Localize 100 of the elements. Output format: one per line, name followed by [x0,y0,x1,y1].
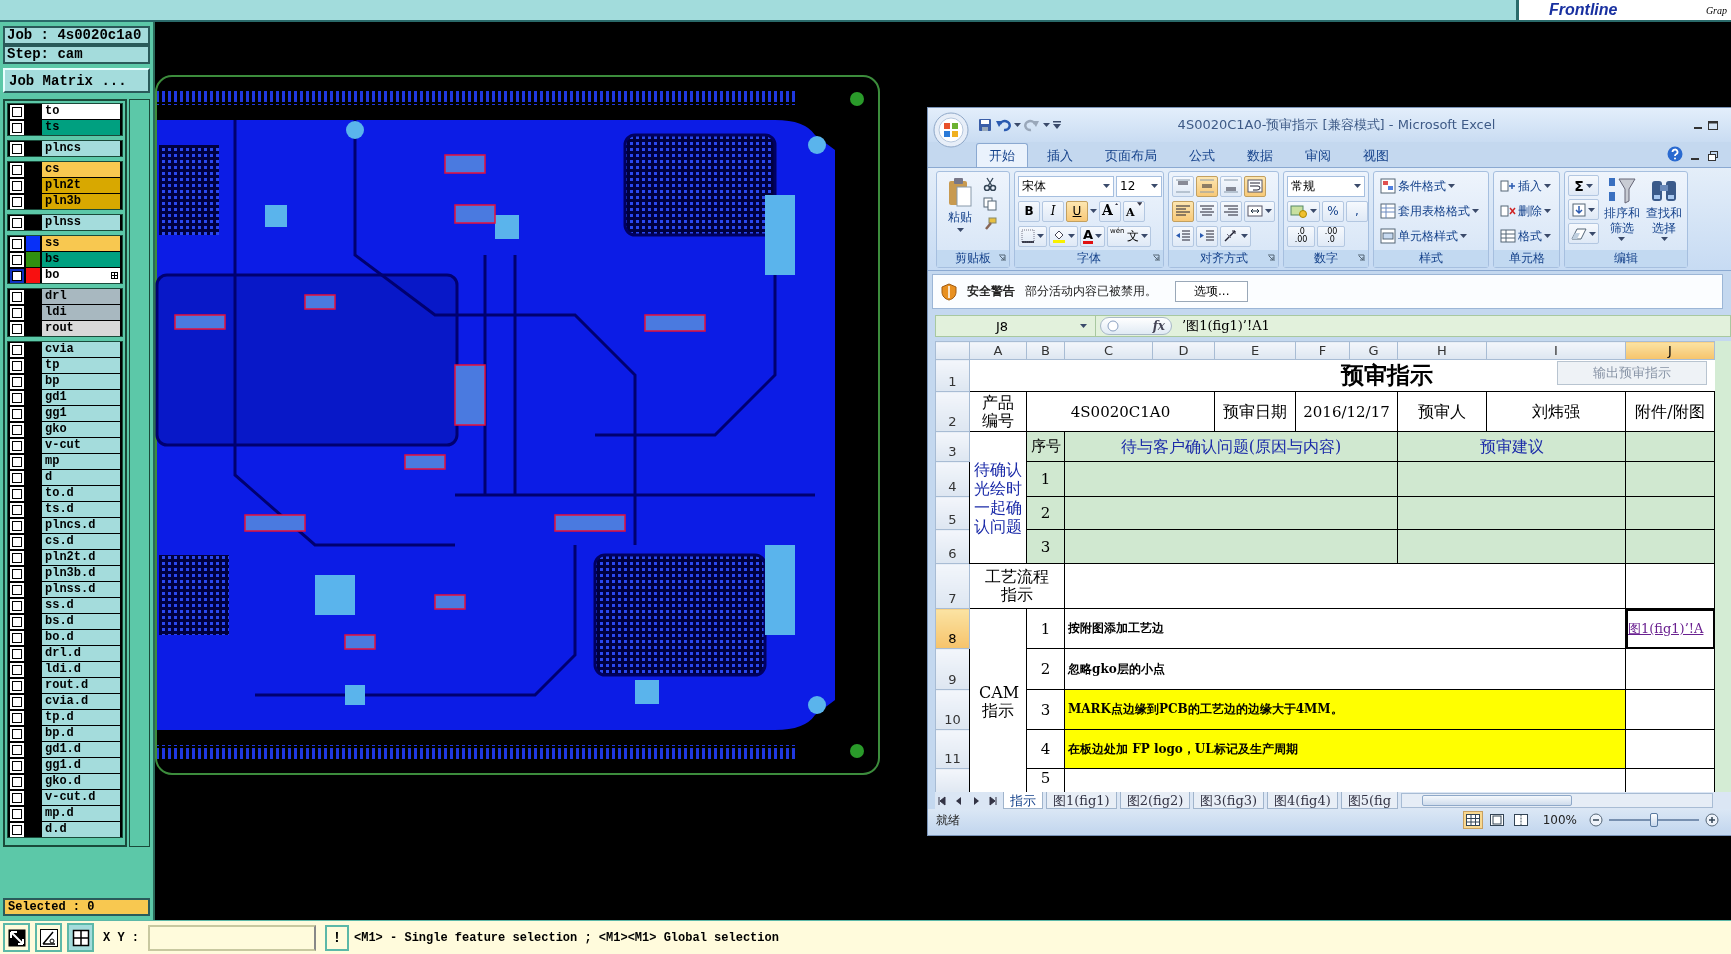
ribbon-tab[interactable]: 公式 [1176,143,1228,167]
increase-decimal-button[interactable]: .0 .00 [1287,225,1315,247]
layer-checkbox[interactable] [10,614,24,629]
italic-button[interactable]: I [1042,200,1064,222]
layer-item[interactable]: tp.d [42,710,120,725]
row-header[interactable]: 9 [935,648,970,690]
launcher-icon[interactable] [1357,254,1365,262]
layer-item[interactable]: v-cut.d [42,790,120,805]
layer-checkbox[interactable] [10,390,24,405]
grow-font-button[interactable]: A [1099,200,1121,222]
column-header[interactable]: E [1214,341,1296,360]
layer-item[interactable]: rout.d [42,678,120,693]
column-header[interactable]: B [1026,341,1065,360]
layer-checkbox[interactable] [10,710,24,725]
underline-button[interactable]: U [1066,200,1088,222]
row-header[interactable]: 5 [935,496,970,530]
office-button[interactable] [933,112,969,148]
layer-checkbox[interactable] [10,582,24,597]
layer-checkbox[interactable] [10,646,24,661]
layer-item[interactable]: v-cut [42,438,120,453]
insert-button[interactable]: 插入 [1497,175,1556,197]
layer-item[interactable]: gg1.d [42,758,120,773]
launcher-icon[interactable] [1152,254,1160,262]
row-header[interactable]: 2 [935,391,970,432]
row-header[interactable]: 8 [935,608,970,649]
measure-tool-button[interactable] [35,923,62,952]
sum-button[interactable]: Σ [1568,175,1599,196]
layer-checkbox[interactable] [10,694,24,709]
layer-item[interactable]: ts.d [42,502,120,517]
layer-checkbox[interactable] [10,438,24,453]
sheet-tab[interactable]: 图5(fig [1340,792,1399,809]
layer-checkbox[interactable] [10,162,24,177]
font-name-field[interactable]: 宋体 [1018,175,1114,197]
job-matrix-button[interactable]: Job Matrix ... [3,68,150,93]
layer-checkbox[interactable] [10,822,24,837]
layer-checkbox[interactable] [10,422,24,437]
currency-button[interactable] [1287,200,1320,222]
scrollbar[interactable] [129,99,150,847]
layer-item[interactable]: bs.d [42,614,120,629]
save-icon[interactable] [978,118,992,132]
layer-item[interactable]: pln3b.d [42,566,120,581]
column-header[interactable]: J [1625,341,1715,360]
row-header[interactable]: 4 [935,461,970,497]
layer-checkbox[interactable] [10,502,24,517]
layer-checkbox[interactable] [10,630,24,645]
fill-button[interactable] [1568,199,1599,220]
layer-item[interactable]: bs [42,252,120,267]
layer-checkbox[interactable] [10,358,24,373]
layer-item[interactable]: pln2t [42,178,120,193]
fill-color-button[interactable] [1049,225,1078,247]
next-sheet-icon[interactable] [971,795,981,806]
row-header[interactable]: 11 [935,729,970,769]
options-button[interactable]: 选项... [1175,281,1249,302]
percent-button[interactable]: % [1322,200,1344,222]
layer-checkbox[interactable] [10,742,24,757]
layer-checkbox[interactable] [10,194,24,209]
layer-checkbox[interactable] [10,662,24,677]
merge-button[interactable] [1244,200,1275,222]
conditional-format-button[interactable]: 条件格式 [1377,175,1485,197]
hyperlink-cell[interactable]: 图1(fig1)’!A [1625,608,1715,649]
layer-checkbox[interactable] [10,252,24,267]
layer-checkbox[interactable] [10,342,24,357]
indent-button[interactable] [1196,225,1218,247]
layer-item[interactable]: cs.d [42,534,120,549]
decrease-decimal-button[interactable]: .00 .0 [1317,225,1345,247]
layer-item[interactable]: bo.d [42,630,120,645]
layer-checkbox[interactable] [10,374,24,389]
alert-button[interactable]: ! [325,924,349,951]
horizontal-scrollbar[interactable] [1401,793,1713,808]
layer-item[interactable]: tp [42,358,120,373]
layer-item[interactable]: gko [42,422,120,437]
layer-item[interactable]: drl.d [42,646,120,661]
layer-checkbox[interactable] [10,518,24,533]
layer-checkbox[interactable] [10,268,24,283]
layer-item[interactable]: cs [42,162,120,177]
column-header[interactable]: D [1152,341,1215,360]
layer-item[interactable]: plncs.d [42,518,120,533]
middle-align-button[interactable] [1196,175,1218,197]
layer-checkbox[interactable] [10,550,24,565]
format-button[interactable]: 格式 [1497,225,1556,247]
ribbon-tab[interactable]: 开始 [976,143,1028,167]
layer-checkbox[interactable] [10,678,24,693]
layer-item[interactable]: ldi [42,305,120,320]
clear-button[interactable] [1568,223,1599,244]
layer-checkbox[interactable] [10,305,24,320]
scrollbar[interactable] [1715,341,1731,792]
paste-button[interactable]: 粘贴 [940,175,980,247]
format-table-button[interactable]: 套用表格格式 [1377,200,1485,222]
layer-item[interactable]: ss [42,236,120,251]
outdent-button[interactable] [1172,225,1194,247]
layer-item[interactable]: plnss [42,215,120,230]
layer-item[interactable]: bp.d [42,726,120,741]
layer-checkbox[interactable] [10,566,24,581]
layer-item[interactable]: drl [42,289,120,304]
layer-item[interactable]: pln3b [42,194,120,209]
font-size-field[interactable]: 12 [1116,175,1162,197]
layer-checkbox[interactable] [10,236,24,251]
number-format-field[interactable]: 常规 [1287,175,1365,197]
layer-item[interactable]: gg1 [42,406,120,421]
ribbon-tab[interactable]: 数据 [1234,143,1286,167]
